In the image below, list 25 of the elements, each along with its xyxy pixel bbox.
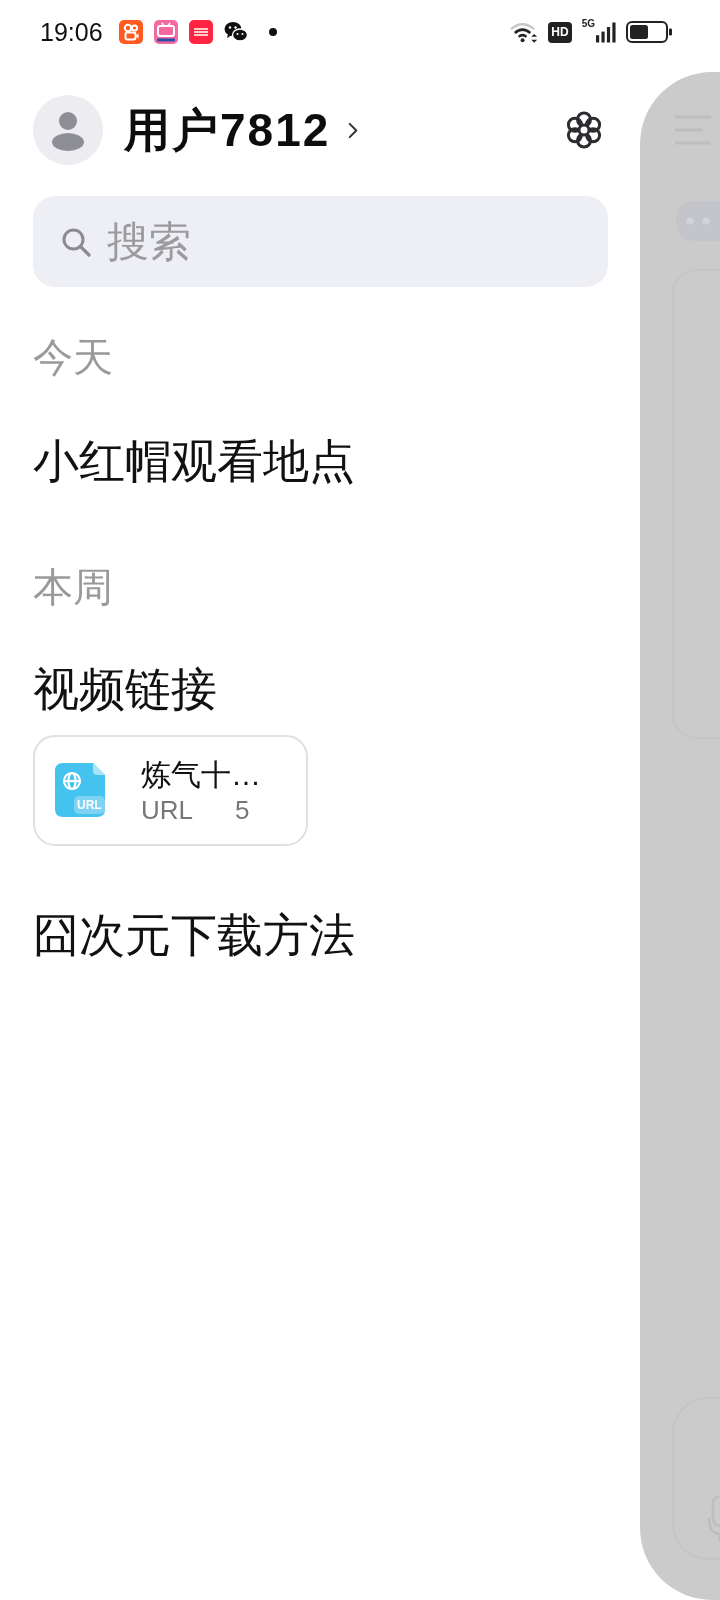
search-icon	[61, 227, 91, 257]
chat-history-item[interactable]: 小红帽观看地点	[33, 433, 355, 489]
notebook-tile-icon	[188, 20, 213, 44]
username-link[interactable]: 用户7812	[124, 103, 331, 157]
file-card[interactable]: URL 炼气十… URL 5	[33, 735, 308, 846]
file-type-label: URL	[141, 793, 193, 826]
network-type-label: 5G	[581, 18, 595, 29]
battery-icon	[626, 21, 672, 43]
chat-history-item[interactable]: 囧次元下载方法	[33, 907, 355, 963]
file-size-label: 5	[235, 793, 250, 826]
dot-icon	[268, 28, 277, 36]
section-heading: 今天	[33, 334, 113, 381]
section-heading: 本周	[33, 564, 113, 611]
hd-badge: HD	[548, 21, 572, 43]
file-name: 炼气十…	[141, 756, 261, 793]
chat-bubbles-icon	[223, 20, 248, 44]
chat-history-item[interactable]: 视频链接	[33, 661, 217, 717]
flower-icon[interactable]	[564, 110, 604, 150]
camera-tile-icon	[118, 20, 143, 44]
chevron-icon[interactable]	[348, 120, 359, 140]
search-field[interactable]: 搜索	[33, 196, 608, 287]
signal-icon	[596, 21, 616, 43]
avatar-icon[interactable]	[33, 95, 103, 165]
status-time: 19:06	[40, 17, 103, 47]
tv-tile-icon	[153, 20, 178, 44]
